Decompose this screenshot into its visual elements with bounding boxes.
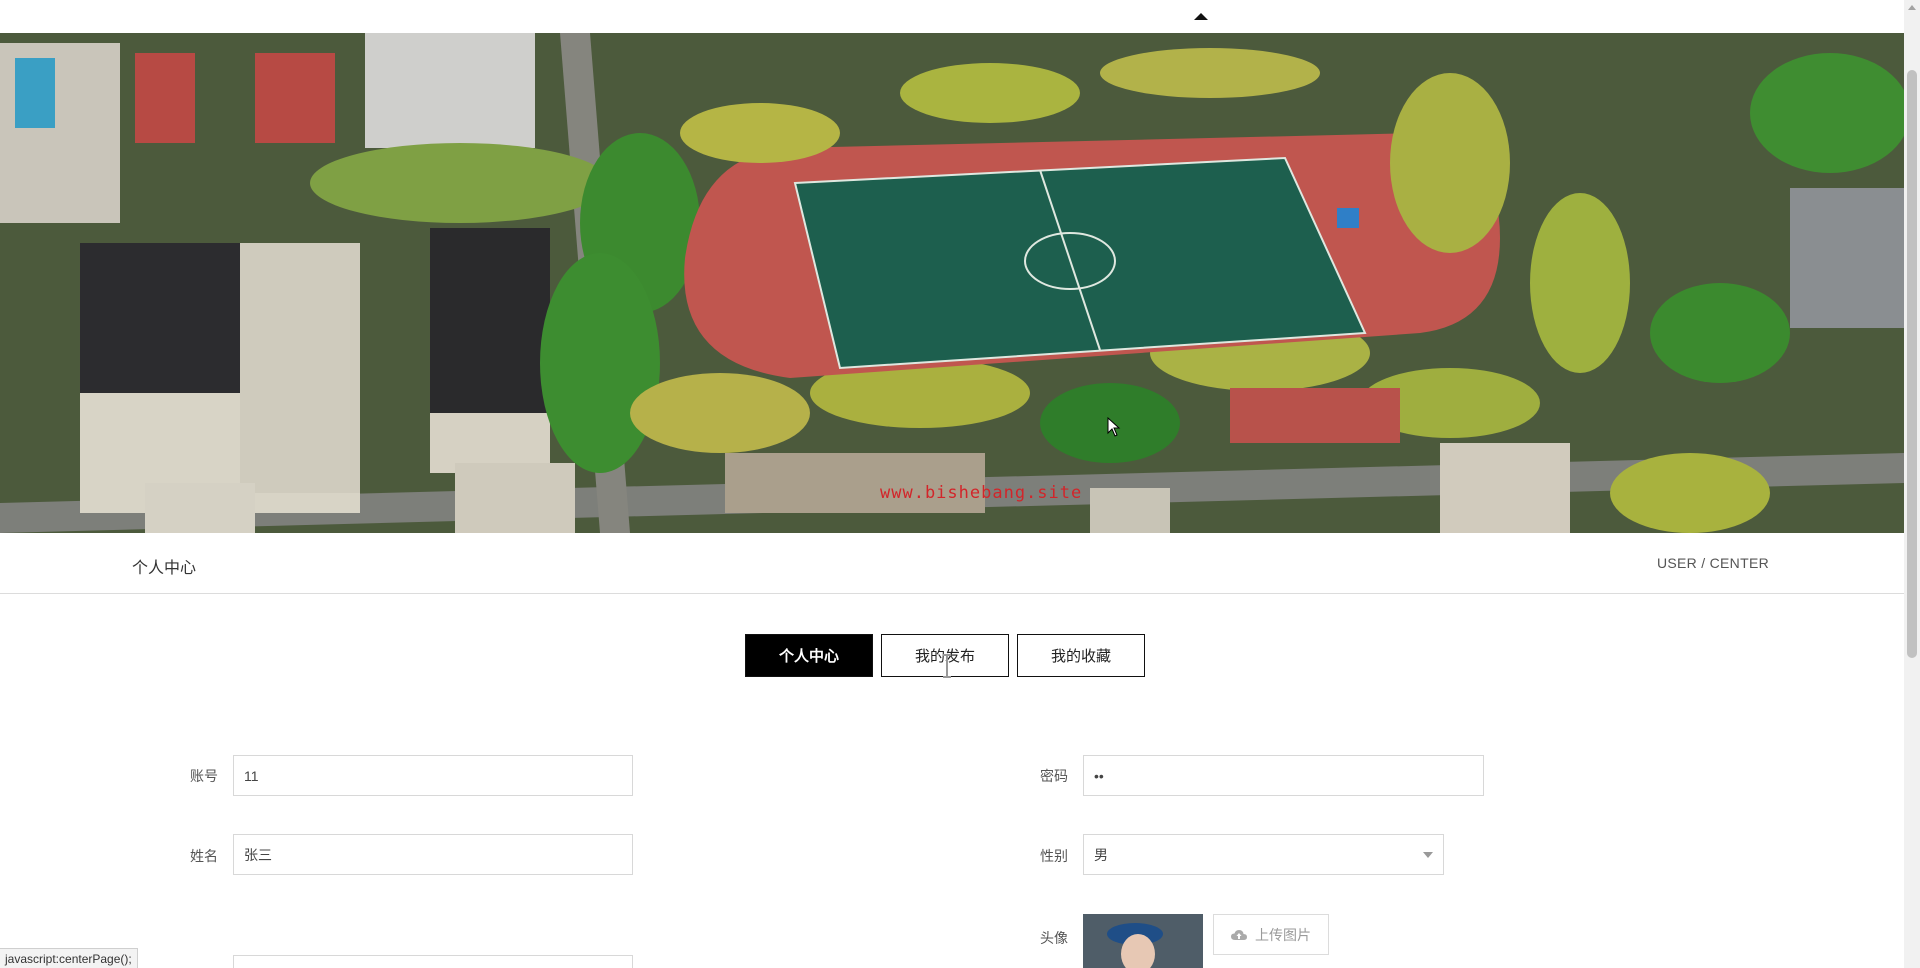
campus-aerial-illustration [0, 33, 1904, 533]
gender-select[interactable]: 男 [1083, 834, 1444, 875]
password-label: 密码 [1040, 768, 1068, 784]
name-label: 姓名 [190, 848, 218, 864]
scroll-up-arrow-icon[interactable] [1908, 5, 1916, 10]
banner-image: www.bishebang.site [0, 33, 1904, 533]
avatar-image [1083, 914, 1203, 968]
name-field[interactable]: 张三 [233, 834, 633, 875]
gender-label: 性别 [1040, 848, 1068, 864]
account-field[interactable]: 11 [233, 755, 633, 796]
browser-status-bar: javascript:centerPage(); [0, 948, 138, 968]
next-field-partial[interactable] [233, 955, 633, 968]
text-cursor-icon [943, 654, 951, 678]
upload-image-button[interactable]: 上传图片 [1213, 914, 1329, 955]
account-label: 账号 [190, 768, 218, 784]
password-field[interactable]: •• [1083, 755, 1484, 796]
avatar-label: 头像 [1040, 930, 1068, 946]
avatar-portrait [1083, 914, 1203, 968]
tab-my-favorites[interactable]: 我的收藏 [1017, 634, 1145, 677]
vertical-scrollbar[interactable] [1904, 0, 1920, 968]
mouse-cursor-icon [1107, 417, 1121, 437]
watermark-text: www.bishebang.site [880, 483, 1083, 503]
cloud-upload-icon [1231, 929, 1247, 940]
scrollbar-thumb[interactable] [1907, 70, 1917, 658]
gender-select-value: 男 [1094, 846, 1108, 863]
tab-profile[interactable]: 个人中心 [745, 634, 873, 677]
caret-up-icon[interactable] [1194, 13, 1208, 20]
section-subtitle: USER / CENTER [1656, 555, 1769, 571]
section-title: 个人中心 [132, 560, 197, 577]
top-strip [0, 0, 1904, 33]
chevron-down-icon [1423, 852, 1433, 858]
upload-image-label: 上传图片 [1255, 926, 1311, 943]
section-header: 个人中心 USER / CENTER [0, 533, 1904, 594]
